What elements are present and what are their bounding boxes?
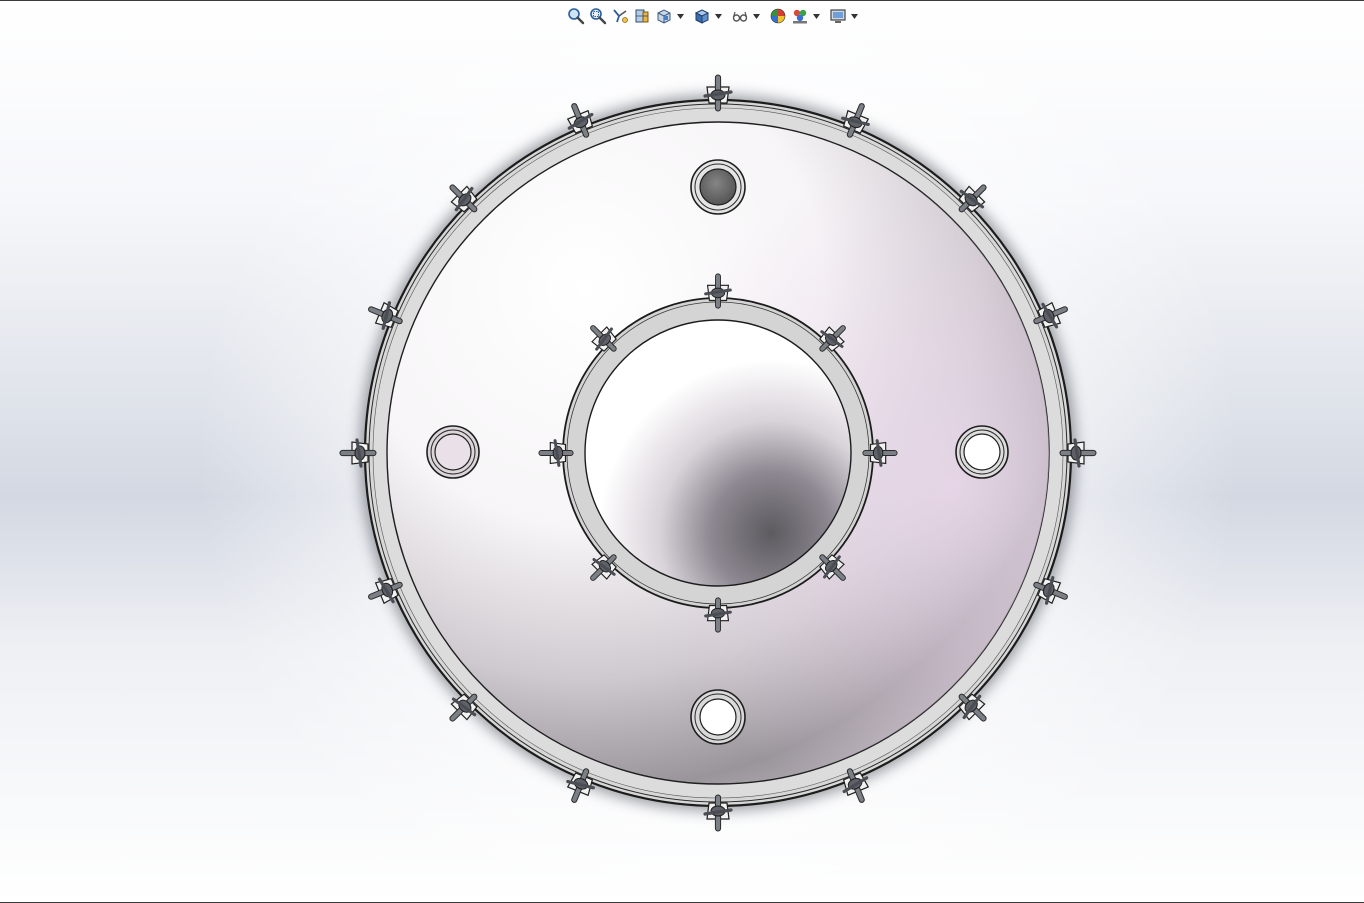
previous-view-button[interactable] (610, 6, 630, 26)
port-top[interactable] (690, 159, 746, 215)
hide-show-items-button[interactable] (730, 6, 750, 26)
view-settings-dropdown[interactable] (850, 6, 858, 26)
central-bore[interactable] (584, 319, 852, 587)
view-orientation-icon (657, 9, 671, 24)
section-view-button[interactable] (632, 6, 652, 26)
color-ball-icon (770, 8, 786, 24)
zoom-to-fit-button[interactable] (566, 6, 586, 26)
monitor-icon (830, 9, 846, 23)
model-view[interactable] (0, 1, 1364, 903)
view-orientation-button[interactable] (654, 6, 674, 26)
eye-glasses-icon (732, 11, 748, 22)
zoom-area-icon (590, 8, 607, 25)
hide-show-items-dropdown[interactable] (752, 6, 760, 26)
heads-up-view-toolbar (566, 5, 864, 27)
magnifier-icon (568, 8, 585, 25)
view-settings-button[interactable] (828, 6, 848, 26)
apply-scene-dropdown[interactable] (812, 6, 820, 26)
view-orientation-dropdown[interactable] (676, 6, 684, 26)
section-view-icon (635, 9, 649, 23)
chevron-down-icon (714, 13, 722, 19)
display-style-dropdown[interactable] (714, 6, 722, 26)
chevron-down-icon (812, 13, 820, 19)
chevron-down-icon (752, 13, 760, 19)
chevron-down-icon (676, 13, 684, 19)
cube-icon (694, 9, 710, 24)
port-right[interactable] (955, 425, 1009, 479)
graphics-area[interactable] (0, 0, 1364, 903)
display-style-button[interactable] (692, 6, 712, 26)
scene-icon (793, 9, 807, 24)
apply-scene-button[interactable] (790, 6, 810, 26)
port-bottom[interactable] (690, 689, 746, 745)
chevron-down-icon (850, 13, 858, 19)
edit-appearance-button[interactable] (768, 6, 788, 26)
previous-view-icon (613, 9, 628, 23)
zoom-to-area-button[interactable] (588, 6, 608, 26)
port-left[interactable] (426, 425, 480, 479)
